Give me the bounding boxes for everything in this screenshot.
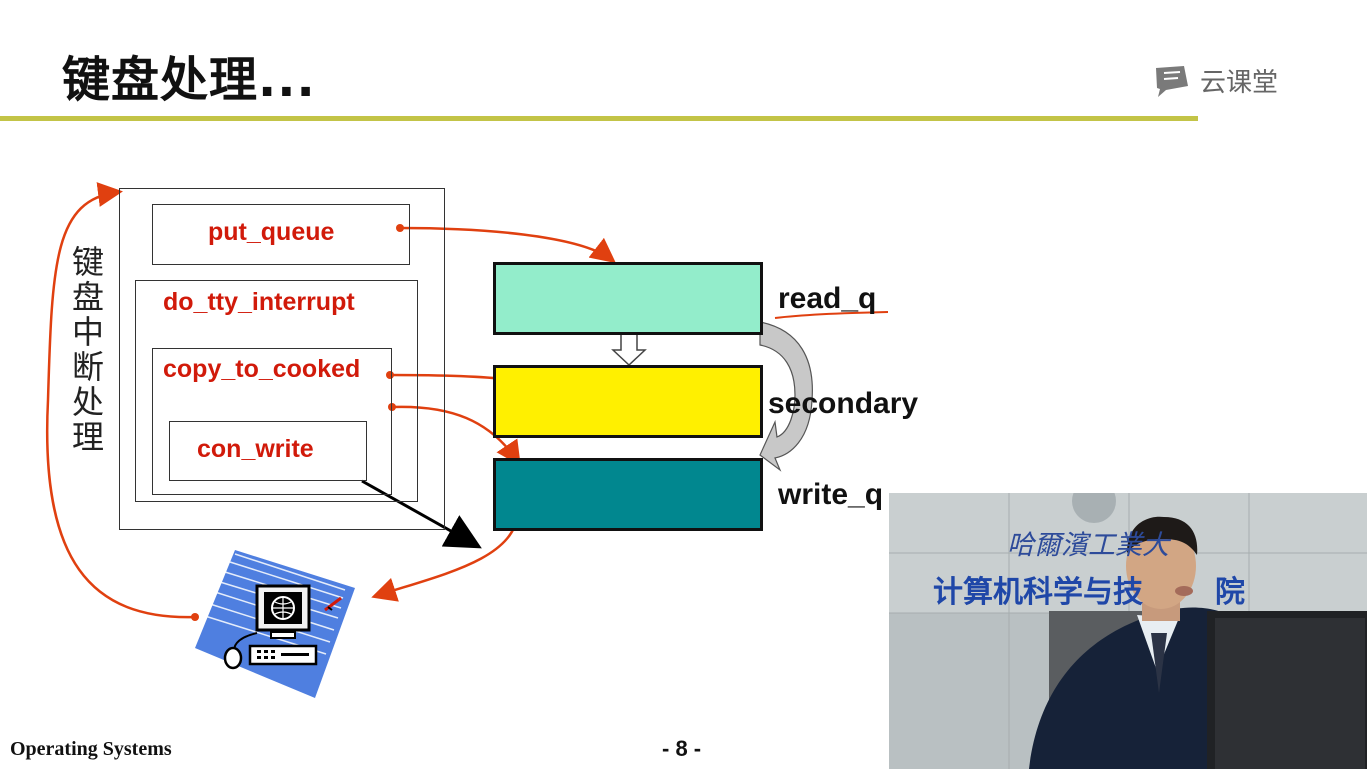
lecturer-video-overlay: 哈爾濱工業大 计算机科学与技 院 [889,493,1367,769]
copy-to-cooked-label: copy_to_cooked [163,355,361,383]
keyboard-interrupt-vertical-label: 键盘中断处理 [71,243,104,456]
write-q-label: write_q [778,478,884,511]
write-q-box [493,458,763,531]
secondary-box [493,365,763,438]
read-q-box [493,262,763,335]
wall-sign-department: 计算机科学与技 [933,575,1143,610]
con-write-label: con_write [197,435,314,463]
secondary-label: secondary [768,387,919,420]
put-queue-label: put_queue [208,218,335,246]
footer-course-name: Operating Systems [10,738,172,760]
do-tty-interrupt-label: do_tty_interrupt [163,288,355,316]
read-to-secondary-arrow [611,332,647,367]
page-number: - 8 - [662,736,702,761]
wall-sign-university: 哈爾濱工業大 [1007,530,1169,561]
computer-terminal-icon [195,550,355,698]
read-q-label: read_q [778,282,877,315]
wall-sign-department-suffix: 院 [1215,575,1245,610]
